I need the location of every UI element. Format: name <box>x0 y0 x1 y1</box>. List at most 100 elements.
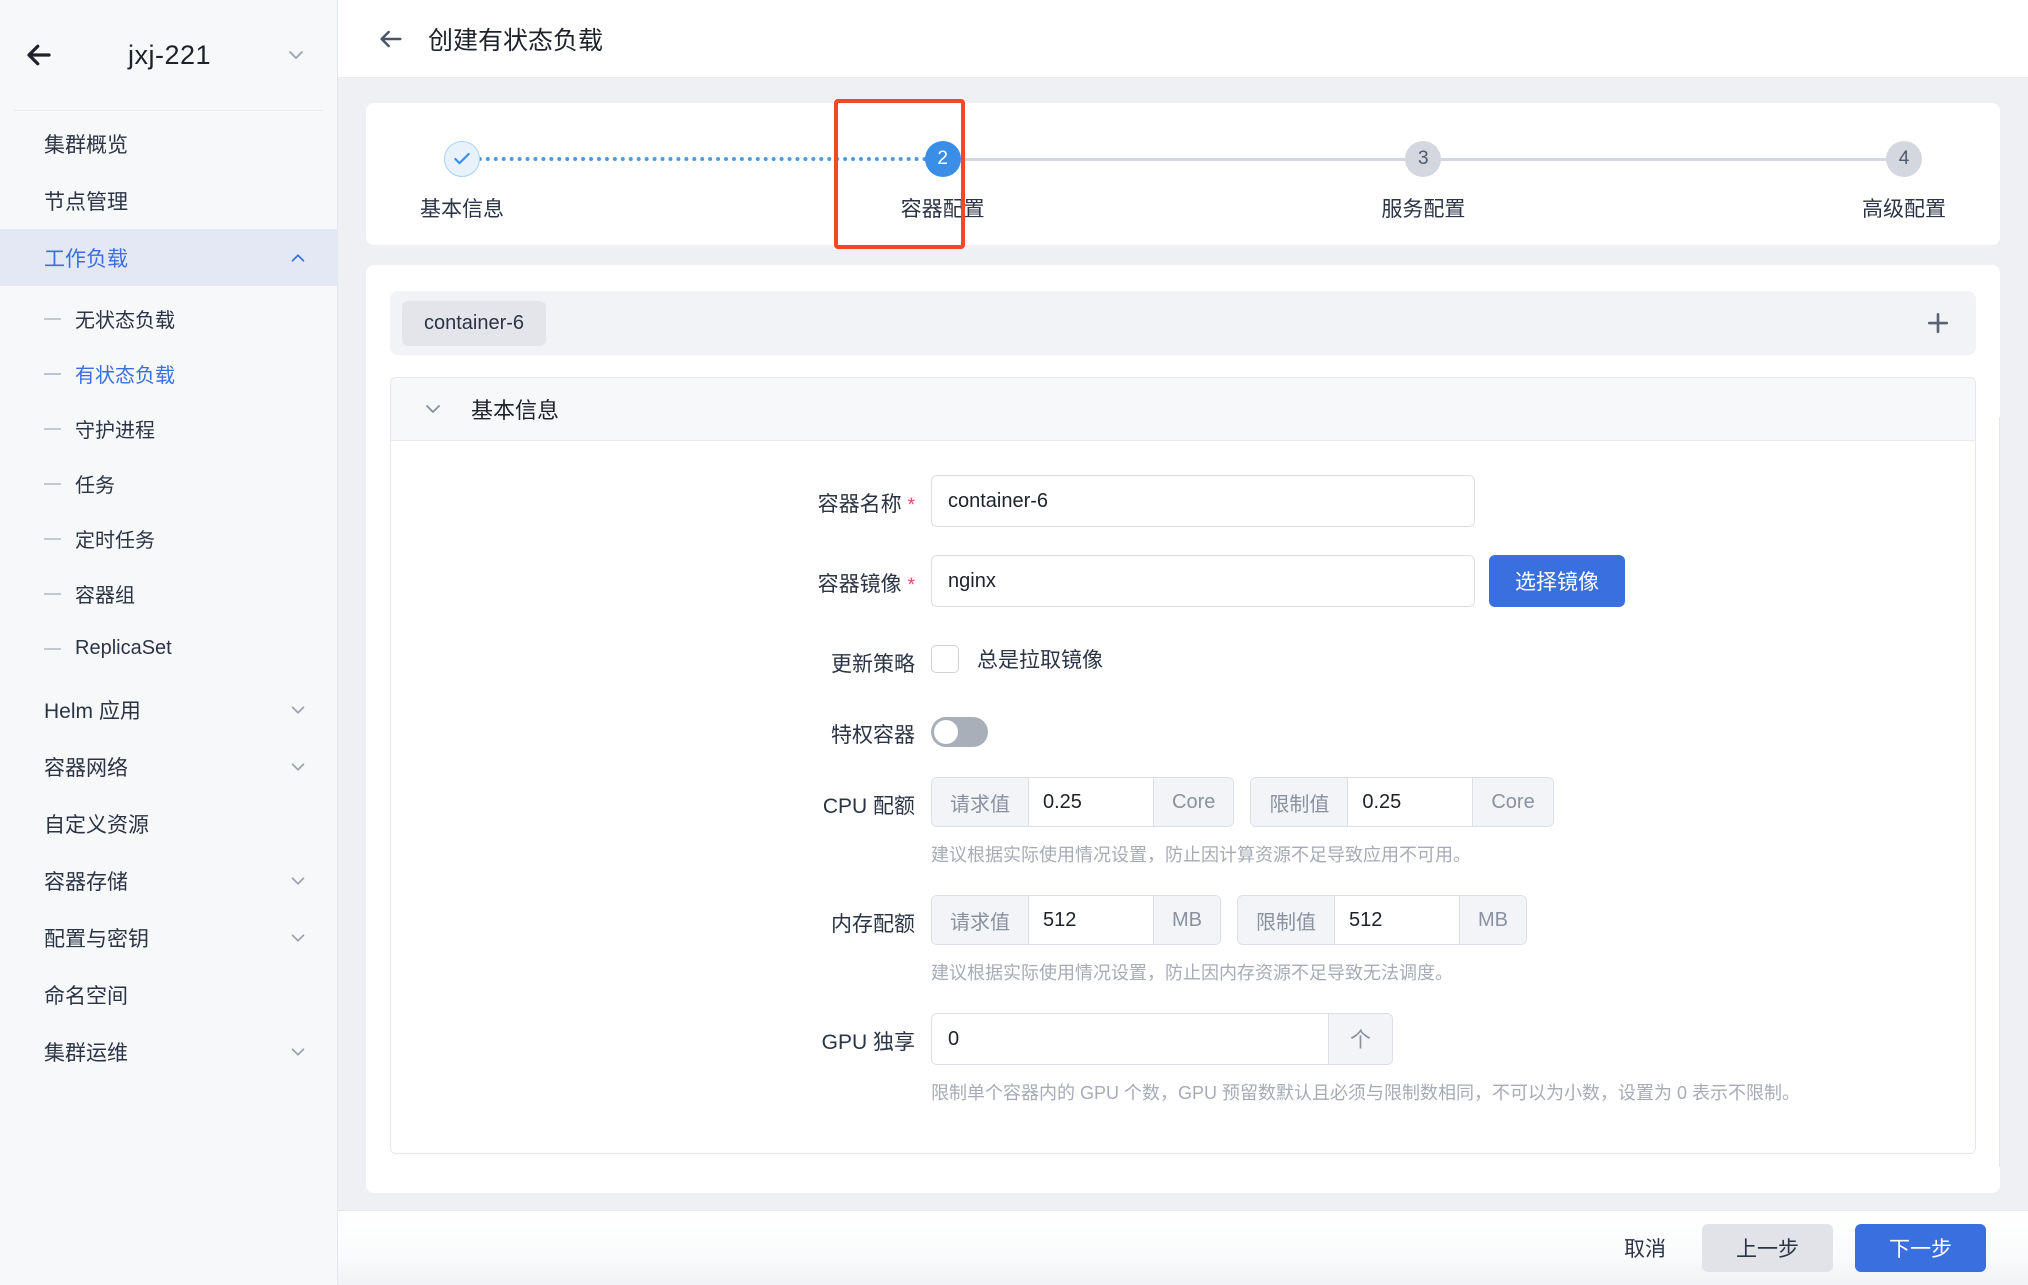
cpu-request-group: 请求值 Core <box>931 777 1235 827</box>
container-name-input[interactable] <box>931 475 1475 527</box>
page-title: 创建有状态负载 <box>428 26 604 55</box>
main-area: 创建有状态负载 基本信息 2 容器配置 3 服务配置 4 高级配置 contai… <box>338 0 2028 1285</box>
memory-request-group: 请求值 MB <box>931 895 1221 945</box>
select-image-button[interactable]: 选择镜像 <box>1489 555 1625 607</box>
cpu-request-input[interactable] <box>1029 778 1153 826</box>
control-gpu: 个 限制单个容器内的 GPU 个数，GPU 预留数默认且必须与限制数相同，不可以… <box>931 1013 1975 1105</box>
cpu-request-unit: Core <box>1153 778 1234 826</box>
sidebar-item-label: 命名空间 <box>44 984 128 1008</box>
cpu-limit-unit: Core <box>1472 778 1553 826</box>
always-pull-image-label: 总是拉取镜像 <box>977 649 1103 672</box>
label-memory-quota: 内存配额 <box>831 913 915 936</box>
dash-icon <box>44 317 61 320</box>
sidebar-item-container-network[interactable]: 容器网络 <box>0 738 337 795</box>
next-step-button[interactable]: 下一步 <box>1855 1224 1986 1272</box>
always-pull-image-row: 总是拉取镜像 <box>931 635 1975 674</box>
sidebar-subitem-job[interactable]: 任务 <box>0 461 337 506</box>
sidebar-item-label: 集群概览 <box>44 133 128 157</box>
sidebar-item-workload[interactable]: 工作负载 <box>0 229 337 286</box>
sidebar-item-config-secret[interactable]: 配置与密钥 <box>0 909 337 966</box>
form-row-memory-quota: 内存配额 请求值 MB 限制值 <box>391 895 1975 985</box>
sidebar-subitem-cronjob[interactable]: 定时任务 <box>0 516 337 561</box>
cpu-quota-hint: 建议根据实际使用情况设置，防止因计算资源不足导致应用不可用。 <box>931 845 1471 865</box>
control-memory-quota: 请求值 MB 限制值 MB <box>931 895 1975 985</box>
sidebar-item-container-storage[interactable]: 容器存储 <box>0 852 337 909</box>
step-connector <box>942 141 1424 177</box>
sidebar-subitem-label: 任务 <box>75 475 115 497</box>
chevron-down-icon <box>287 1041 309 1063</box>
dash-icon <box>44 427 61 430</box>
gpu-count-input[interactable] <box>932 1014 1328 1064</box>
cpu-request-prefix: 请求值 <box>932 778 1029 826</box>
sidebar-item-namespace[interactable]: 命名空间 <box>0 966 337 1023</box>
sidebar-subitem-deployment[interactable]: 无状态负载 <box>0 296 337 341</box>
gpu-input-group: 个 <box>931 1013 1393 1065</box>
back-icon[interactable] <box>376 24 406 54</box>
always-pull-image-checkbox[interactable] <box>931 645 959 673</box>
sidebar-item-label: 自定义资源 <box>44 813 149 837</box>
memory-request-input[interactable] <box>1029 896 1153 944</box>
gpu-unit-label[interactable]: 个 <box>1328 1014 1392 1064</box>
sidebar-subitem-statefulset[interactable]: 有状态负载 <box>0 351 337 396</box>
sidebar-item-cluster-ops[interactable]: 集群运维 <box>0 1023 337 1080</box>
step-number: 2 <box>924 141 961 177</box>
memory-request-prefix: 请求值 <box>932 896 1029 944</box>
sidebar-nav: 集群概览 节点管理 工作负载 无状态负载 有状态负载 守护进程 任务 定时任务 … <box>0 111 337 1080</box>
cancel-button[interactable]: 取消 <box>1610 1233 1680 1263</box>
form-row-gpu: GPU 独享 个 限制单个容器内的 GPU 个数，GPU 预留数默认且必须与限制… <box>391 1013 1975 1105</box>
form-row-cpu-quota: CPU 配额 请求值 Core 限制值 <box>391 777 1975 867</box>
content-scrollbar[interactable] <box>1999 417 2000 1167</box>
sidebar-subitem-replicaset[interactable]: ReplicaSet <box>0 626 337 671</box>
container-image-input[interactable] <box>931 555 1475 607</box>
memory-quota-hint: 建议根据实际使用情况设置，防止因内存资源不足导致无法调度。 <box>931 963 1453 983</box>
step-label: 服务配置 <box>1381 198 1466 221</box>
sidebar-subitem-daemonset[interactable]: 守护进程 <box>0 406 337 451</box>
sidebar-subitem-pod[interactable]: 容器组 <box>0 571 337 616</box>
label-gpu: GPU 独享 <box>821 1031 915 1054</box>
section-title: 基本信息 <box>471 398 560 423</box>
back-icon[interactable] <box>22 38 56 72</box>
sidebar-header: jxj-221 <box>0 0 337 110</box>
control-cpu-quota: 请求值 Core 限制值 Core <box>931 777 1975 867</box>
cpu-limit-group: 限制值 Core <box>1250 777 1554 827</box>
form-row-privileged: 特权容器 <box>391 706 1975 749</box>
control-container-image: 选择镜像 <box>931 555 1975 607</box>
cluster-name: jxj-221 <box>127 39 212 70</box>
plus-icon[interactable] <box>1918 303 1958 343</box>
label-text: 容器镜像 <box>817 573 902 596</box>
step-label: 容器配置 <box>900 198 985 221</box>
memory-quota-group: 请求值 MB 限制值 MB <box>931 895 1975 945</box>
sidebar: jxj-221 集群概览 节点管理 工作负载 无状态负载 有状态负载 守护进程 … <box>0 0 338 1285</box>
sidebar-item-label: 配置与密钥 <box>44 927 149 951</box>
privileged-toggle[interactable] <box>931 717 988 747</box>
cpu-limit-input[interactable] <box>1348 778 1473 826</box>
form-row-container-name: 容器名称 * <box>391 475 1975 527</box>
memory-limit-group: 限制值 MB <box>1237 895 1527 945</box>
previous-step-button[interactable]: 上一步 <box>1702 1224 1833 1272</box>
cpu-quota-group: 请求值 Core 限制值 Core <box>931 777 1975 827</box>
sidebar-item-label: 工作负载 <box>44 247 128 271</box>
memory-limit-input[interactable] <box>1335 896 1459 944</box>
sidebar-item-cluster-overview[interactable]: 集群概览 <box>0 115 337 172</box>
required-marker: * <box>907 495 915 516</box>
container-tab-container-6[interactable]: container-6 <box>402 300 547 346</box>
sidebar-item-node-management[interactable]: 节点管理 <box>0 172 337 229</box>
sidebar-item-label: 容器网络 <box>44 756 128 780</box>
label-container-name: 容器名称 * <box>391 475 931 518</box>
chevron-down-icon[interactable] <box>283 42 309 68</box>
cpu-limit-prefix: 限制值 <box>1251 778 1349 826</box>
step-number: 4 <box>1886 141 1923 177</box>
sidebar-item-custom-resource[interactable]: 自定义资源 <box>0 795 337 852</box>
sidebar-subitem-label: 无状态负载 <box>75 310 175 332</box>
sidebar-item-helm-apps[interactable]: Helm 应用 <box>0 681 337 738</box>
memory-request-unit: MB <box>1153 896 1220 944</box>
sidebar-item-label: 容器存储 <box>44 870 128 894</box>
memory-limit-prefix: 限制值 <box>1238 896 1335 944</box>
gpu-hint: 限制单个容器内的 GPU 个数，GPU 预留数默认且必须与限制数相同，不可以为小… <box>931 1083 1801 1103</box>
section-header-basic-info[interactable]: 基本信息 <box>391 378 1975 441</box>
